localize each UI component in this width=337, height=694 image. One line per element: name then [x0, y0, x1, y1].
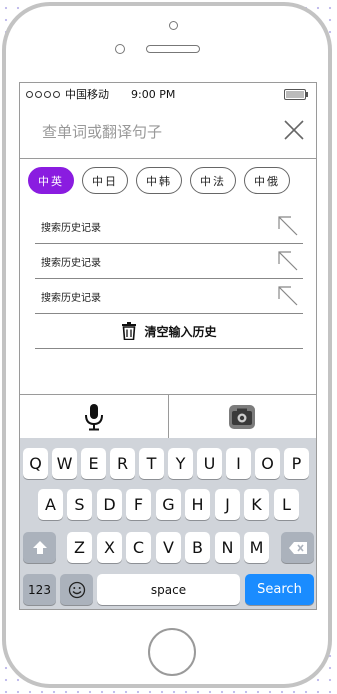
key-o[interactable]: O — [255, 448, 280, 479]
app-screen: 中国移动 9:00 PM 中英 中日 中韩 中法 中俄 搜索历史记录 搜索历史记… — [19, 82, 317, 610]
key-r[interactable]: R — [110, 448, 135, 479]
lang-tab-zh-en[interactable]: 中英 — [28, 167, 74, 194]
history-item[interactable]: 搜索历史记录 — [35, 279, 303, 314]
key-u[interactable]: U — [197, 448, 222, 479]
voice-input-button[interactable] — [20, 395, 168, 439]
key-w[interactable]: W — [52, 448, 77, 479]
proximity-sensor — [115, 44, 125, 54]
signal-icon — [26, 90, 60, 98]
fill-in-arrow-icon[interactable] — [277, 285, 299, 307]
key-d[interactable]: D — [97, 489, 122, 520]
key-f[interactable]: F — [126, 489, 151, 520]
key-h[interactable]: H — [185, 489, 210, 520]
numbers-key[interactable]: 123 — [23, 574, 56, 605]
home-button[interactable] — [148, 628, 196, 676]
key-c[interactable]: C — [126, 532, 151, 563]
key-s[interactable]: S — [67, 489, 92, 520]
trash-icon — [122, 322, 137, 340]
shift-arrow-icon — [32, 540, 47, 554]
language-selector: 中英 中日 中韩 中法 中俄 — [28, 167, 290, 194]
space-key[interactable]: space — [97, 574, 240, 605]
key-n[interactable]: N — [215, 532, 240, 563]
lang-tab-zh-ja[interactable]: 中日 — [82, 167, 128, 194]
history-item[interactable]: 搜索历史记录 — [35, 244, 303, 279]
key-g[interactable]: G — [156, 489, 181, 520]
input-tools — [20, 394, 316, 439]
clear-history-label: 清空输入历史 — [144, 324, 217, 339]
key-e[interactable]: E — [81, 448, 106, 479]
key-y[interactable]: Y — [168, 448, 193, 479]
backspace-key[interactable] — [281, 532, 314, 563]
virtual-keyboard: Q W E R T Y U I O P A S D F G H J K L Z … — [20, 438, 316, 609]
clear-history-button[interactable]: 清空输入历史 — [35, 314, 303, 349]
status-bar: 中国移动 9:00 PM — [20, 83, 316, 105]
camera-icon — [229, 405, 256, 429]
microphone-icon — [84, 404, 103, 431]
key-i[interactable]: I — [226, 448, 251, 479]
emoji-key[interactable] — [60, 574, 93, 605]
key-q[interactable]: Q — [23, 448, 48, 479]
history-item-text: 搜索历史记录 — [41, 257, 101, 269]
search-history-list: 搜索历史记录 搜索历史记录 搜索历史记录 清空输入历史 — [35, 209, 303, 349]
close-icon[interactable] — [282, 118, 306, 142]
fill-in-arrow-icon[interactable] — [277, 250, 299, 272]
key-m[interactable]: M — [244, 532, 269, 563]
emoji-icon — [68, 581, 85, 598]
key-l[interactable]: L — [274, 489, 299, 520]
key-t[interactable]: T — [139, 448, 164, 479]
fill-in-arrow-icon[interactable] — [277, 215, 299, 237]
key-x[interactable]: X — [97, 532, 122, 563]
earpiece-speaker — [146, 45, 200, 53]
key-j[interactable]: J — [215, 489, 240, 520]
key-k[interactable]: K — [244, 489, 269, 520]
shift-key[interactable] — [23, 532, 56, 563]
status-time: 9:00 PM — [131, 87, 176, 101]
history-item-text: 搜索历史记录 — [41, 292, 101, 304]
search-key[interactable]: Search — [245, 574, 314, 605]
history-item-text: 搜索历史记录 — [41, 222, 101, 234]
battery-icon — [284, 89, 308, 100]
key-a[interactable]: A — [38, 489, 63, 520]
carrier-name: 中国移动 — [65, 88, 109, 101]
front-camera — [169, 21, 178, 30]
key-b[interactable]: B — [185, 532, 210, 563]
search-input[interactable] — [40, 119, 254, 145]
camera-input-button[interactable] — [167, 395, 317, 439]
backspace-icon — [288, 541, 307, 554]
key-p[interactable]: P — [284, 448, 309, 479]
history-item[interactable]: 搜索历史记录 — [35, 209, 303, 244]
key-z[interactable]: Z — [67, 532, 92, 563]
lang-tab-zh-ko[interactable]: 中韩 — [136, 167, 182, 194]
search-bar — [20, 105, 316, 159]
key-v[interactable]: V — [156, 532, 181, 563]
lang-tab-zh-ru[interactable]: 中俄 — [244, 167, 290, 194]
lang-tab-zh-fr[interactable]: 中法 — [190, 167, 236, 194]
